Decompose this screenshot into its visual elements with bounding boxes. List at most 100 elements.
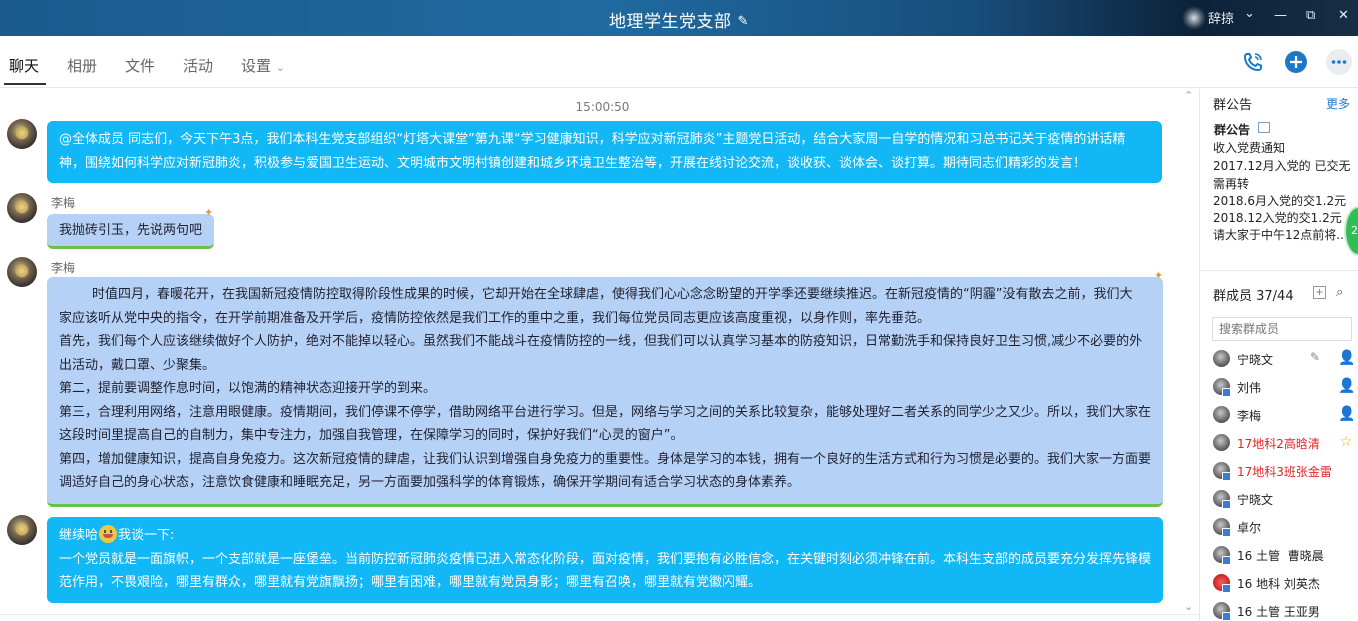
avatar[interactable]	[7, 515, 37, 545]
avatar	[1213, 406, 1230, 423]
member-name: 宁晓文	[1237, 353, 1274, 367]
member-item[interactable]: 17地科3班张金雷	[1200, 457, 1358, 485]
message-line: 出活动，戴口罩、少聚集。	[59, 357, 216, 373]
member-item[interactable]: 16 地科 刘英杰	[1200, 569, 1358, 597]
tab-files[interactable]: 文件	[125, 55, 155, 76]
message-line: 时值四月，春暖花开，在我国新冠疫情防控取得阶段性成果的时候，它却开始在全球肆虐，…	[59, 287, 1133, 302]
group-title: 地理学生党支部	[609, 12, 732, 32]
announcement-line[interactable]: 2018.6月入党的交1.2元	[1213, 192, 1346, 209]
scroll-up-icon[interactable]: ⌃	[1184, 89, 1193, 102]
members-header: 群成员 37/44	[1213, 289, 1294, 304]
member-name: 17地科2高晗清	[1237, 437, 1320, 451]
admin-role-icon: 👤	[1338, 378, 1356, 394]
message-line: 家应该听从党中央的指令，在开学前期准备及开学后，疫情防控依然是我们工作的重中之重…	[59, 310, 931, 326]
group-sidebar: 群公告 更多 群公告 收入党费通知 2017.12月入党的 已交无 需再转 20…	[1199, 89, 1358, 621]
active-tab-indicator	[4, 83, 46, 85]
kite-icon: ✦	[1154, 269, 1164, 282]
user-label[interactable]: 辞掠	[1208, 8, 1234, 27]
member-search-input[interactable]	[1212, 317, 1352, 341]
member-item[interactable]: 16 土管 曹晓晨	[1200, 541, 1358, 569]
message-line: @全体成员 同志们，今天下午3点，我们本科生党支部组织“灯塔大课堂”第九课“学习…	[59, 132, 1126, 147]
tab-activities[interactable]: 活动	[183, 55, 213, 76]
sender-name: 李梅	[51, 196, 76, 210]
member-item[interactable]: 刘伟 👤	[1200, 373, 1358, 401]
member-item[interactable]: 16 土管 王亚男	[1200, 597, 1358, 621]
member-item[interactable]: 宁晓文	[1200, 485, 1358, 513]
admin-role-icon: 👤	[1338, 406, 1356, 422]
image-icon	[1258, 122, 1270, 133]
divider	[0, 614, 1199, 615]
member-name: 李梅	[1237, 409, 1262, 423]
avatar[interactable]	[7, 119, 37, 149]
message-timestamp: 15:00:50	[575, 100, 630, 114]
tab-settings-label: 设置	[241, 57, 272, 75]
announcement-line[interactable]: 收入党费通知	[1213, 139, 1285, 156]
announcement-line[interactable]: 2017.12月入党的 已交无	[1213, 157, 1350, 174]
search-icon[interactable]: ⌕	[1336, 285, 1343, 300]
announcement-line[interactable]: 请大家于中午12点前将...	[1213, 226, 1348, 243]
member-item[interactable]: 宁晓文 ✎ 👤	[1200, 345, 1358, 373]
message-text: 我谈一下:	[118, 528, 175, 543]
avatar	[1213, 462, 1231, 481]
message-bubble: 继续哈 我谈一下: 一个党员就是一面旗帜，一个支部就是一座堡垒。当前防控新冠肺炎疫…	[47, 517, 1163, 603]
message-line: 调适好自己的身心状态，注意饮食健康和睡眠充足，另一方面要加强科学的体育锻炼，确保…	[59, 475, 801, 490]
message-line: 第二，提前要调整作息时间，以饱满的精神状态迎接开学的到来。	[59, 381, 437, 396]
avatar	[1213, 602, 1231, 621]
phone-icon[interactable]	[1239, 48, 1267, 76]
announcement-line[interactable]: 2018.12入党的交1.2元	[1213, 209, 1342, 226]
star-icon: ☆	[1339, 434, 1353, 450]
close-button[interactable]: ✕	[1338, 8, 1349, 23]
add-member-icon[interactable]: +	[1313, 286, 1326, 299]
avatar	[1213, 518, 1231, 537]
chevron-down-icon[interactable]: ⌄	[1244, 6, 1255, 21]
plus-circle-icon[interactable]	[1282, 48, 1310, 76]
avatar[interactable]	[7, 193, 37, 223]
member-item[interactable]: 17地科2高晗清 ☆	[1200, 429, 1358, 457]
avatar	[1213, 490, 1231, 509]
message-bubble: 我抛砖引玉，先说两句吧	[47, 214, 215, 249]
message-bubble: @全体成员 同志们，今天下午3点，我们本科生党支部组织“灯塔大课堂”第九课“学习…	[47, 121, 1162, 183]
member-item[interactable]: 李梅 👤	[1200, 401, 1358, 429]
message-line: 这段时间里提高自己的自制力，集中专注力，加强自我管理，在保障学习的同时，保护好我…	[59, 428, 684, 443]
announcement-header: 群公告	[1213, 98, 1253, 113]
message-bubble: 时值四月，春暖花开，在我国新冠疫情防控取得阶段性成果的时候，它却开始在全球肆虐，…	[47, 277, 1163, 507]
owner-role-icon: 👤	[1338, 350, 1356, 366]
announcement-title[interactable]: 群公告	[1214, 121, 1250, 138]
avatar[interactable]	[7, 257, 37, 287]
member-name: 17地科3班张金雷	[1237, 465, 1332, 479]
member-name: 16 地科 刘英杰	[1237, 577, 1320, 591]
title-bar: 地理学生党支部 ✎ 辞掠 ⌄ — ⧉ ✕	[0, 0, 1358, 36]
scroll-down-icon[interactable]: ⌄	[1184, 600, 1193, 613]
member-name: 16 土管 曹晓晨	[1237, 549, 1324, 563]
chat-area[interactable]: 15:00:50 ⌃ @全体成员 同志们，今天下午3点，我们本科生党支部组织“灯…	[0, 89, 1199, 621]
minimize-button[interactable]: —	[1274, 8, 1287, 23]
chevron-down-icon: ⌄	[275, 61, 286, 74]
avatar	[1213, 350, 1230, 367]
message-line: 一个党员就是一面旗帜，一个支部就是一座堡垒。当前防控新冠肺炎疫情已进入常态化阶段…	[59, 551, 1152, 567]
tab-album[interactable]: 相册	[67, 55, 97, 76]
avatar-image	[15, 264, 29, 278]
tab-chat[interactable]: 聊天	[9, 55, 39, 76]
avatar	[1213, 546, 1231, 565]
member-name: 16 土管 王亚男	[1237, 605, 1320, 619]
edit-icon[interactable]: ✎	[1310, 350, 1320, 364]
more-link[interactable]: 更多	[1326, 95, 1350, 112]
member-item[interactable]: 卓尔	[1200, 513, 1358, 541]
avatar	[1213, 378, 1231, 397]
message-line: 第四，增加健康知识，提高自身免疫力。这次新冠疫情的肆虐，让我们认识到增强自身免疫…	[59, 451, 1152, 467]
message-line: 我抛砖引玉，先说两句吧	[59, 223, 203, 238]
message-line: 范作用，不畏艰险，哪里有群众，哪里就有党旗飘扬；哪里有困难，哪里就有党员身影；哪…	[59, 575, 762, 590]
announcement-line[interactable]: 需再转	[1213, 175, 1249, 192]
more-icon[interactable]	[1325, 48, 1353, 76]
restore-button[interactable]: ⧉	[1306, 8, 1315, 23]
tab-bar: 聊天 相册 文件 活动 设置 ⌄	[0, 36, 1358, 88]
avatar	[1213, 434, 1230, 451]
avatar	[1213, 574, 1231, 593]
message-text: 继续哈	[59, 528, 99, 543]
smile-emoji-icon	[99, 525, 118, 543]
message-line: 第三，合理利用网络，注意用眼健康。疫情期间，我们停课不停学，借助网络平台进行学习…	[59, 404, 1152, 420]
tab-settings[interactable]: 设置 ⌄	[241, 55, 285, 76]
edit-title-icon[interactable]: ✎	[738, 14, 749, 29]
sender-name: 李梅	[51, 261, 76, 275]
message-line: 神，围绕如何科学应对新冠肺炎，积极参与爱国卫生运动、文明城市文明村镇创建和城乡环…	[59, 155, 1087, 171]
